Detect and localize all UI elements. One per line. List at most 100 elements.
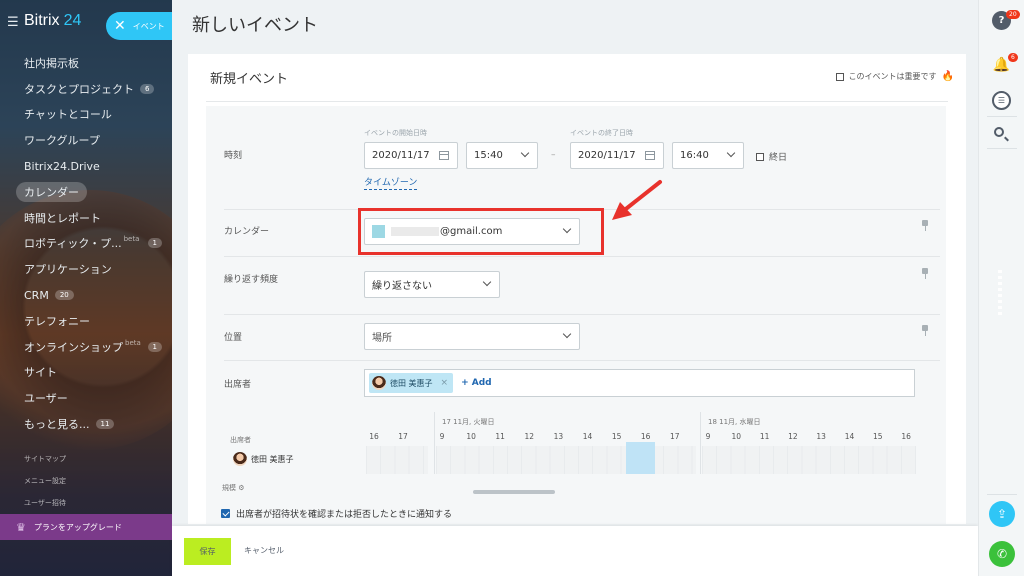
attendees-label: 出席者 bbox=[224, 380, 252, 390]
attendee-chip[interactable]: 徳田 美惠子 × bbox=[369, 373, 454, 393]
save-button[interactable]: 保存 bbox=[184, 538, 231, 565]
sidebar-item-rpa[interactable]: ロボティック・プ... beta 1 bbox=[0, 231, 172, 257]
all-day-checkbox[interactable] bbox=[756, 152, 764, 161]
attendees-field[interactable]: 徳田 美惠子 × + Add bbox=[364, 369, 915, 397]
timeline-attendees-caption: 出席者 bbox=[230, 436, 251, 444]
important-checkbox[interactable] bbox=[835, 72, 844, 81]
timeline-hour-label: 15 bbox=[873, 432, 883, 441]
end-time-select[interactable]: 16:40 bbox=[672, 142, 744, 169]
calendar-icon bbox=[439, 151, 449, 160]
timeline-grid-day1[interactable] bbox=[436, 446, 696, 474]
highlight-box bbox=[358, 208, 604, 255]
sidebar-item-chat[interactable]: チャットとコール bbox=[0, 102, 172, 128]
timeline-grid-prev[interactable] bbox=[366, 446, 428, 474]
timeline-hour-label: 13 bbox=[816, 432, 826, 441]
count-badge: 20 bbox=[54, 290, 74, 301]
timeline-scrollbar[interactable] bbox=[473, 490, 555, 494]
gear-icon[interactable]: ⚙ bbox=[238, 484, 244, 492]
menu-icon[interactable]: ☰ bbox=[7, 15, 19, 30]
start-time-select[interactable]: 15:40 bbox=[466, 142, 538, 169]
sidebar-item-applications[interactable]: アプリケーション bbox=[0, 256, 172, 282]
search-icon[interactable] bbox=[994, 127, 1004, 137]
cancel-button[interactable]: キャンセル bbox=[244, 545, 284, 556]
pin-icon[interactable] bbox=[922, 325, 928, 336]
pin-icon[interactable] bbox=[922, 220, 928, 231]
repeat-value: 繰り返さない bbox=[372, 281, 432, 292]
sidebar-item-label: ワークグループ bbox=[24, 134, 100, 148]
chat-icon[interactable]: ☰ bbox=[992, 91, 1011, 110]
sidebar-item-label: CRM bbox=[24, 288, 49, 302]
start-date-field[interactable]: 2020/11/17 bbox=[364, 142, 458, 169]
location-select[interactable]: 場所 bbox=[364, 323, 580, 350]
timeline-hour-label: 16 bbox=[901, 432, 911, 441]
sidebar-item-label: アプリケーション bbox=[24, 263, 112, 277]
timeline-hour-label: 17 bbox=[670, 432, 680, 441]
sidebar-item-label: Bitrix24.Drive bbox=[24, 159, 100, 173]
sidebar-item-sites[interactable]: サイト bbox=[0, 360, 172, 386]
repeat-select[interactable]: 繰り返さない bbox=[364, 271, 500, 298]
beta-tag: beta bbox=[123, 235, 140, 244]
timeline-attendee-name: 徳田 美惠子 bbox=[251, 454, 294, 464]
notify-checkbox[interactable] bbox=[221, 509, 230, 518]
sidebar-item-time-reports[interactable]: 時間とレポート bbox=[0, 205, 172, 231]
divider bbox=[224, 256, 940, 257]
help-badge: 20 bbox=[1006, 10, 1020, 19]
close-icon[interactable]: ✕ bbox=[114, 18, 126, 34]
sitemap-link[interactable]: サイトマップ bbox=[24, 454, 66, 464]
chevron-down-icon bbox=[482, 277, 492, 287]
divider bbox=[987, 494, 1017, 495]
sidebar-item-drive[interactable]: Bitrix24.Drive bbox=[0, 153, 172, 179]
calendar-icon bbox=[645, 151, 655, 160]
avatar bbox=[372, 376, 386, 390]
end-date-value: 2020/11/17 bbox=[578, 150, 636, 161]
logo-number: 24 bbox=[63, 12, 82, 29]
sidebar-item-more[interactable]: もっと見る... 11 bbox=[0, 411, 172, 437]
avatar bbox=[233, 452, 247, 466]
invite-users-link[interactable]: ユーザー招待 bbox=[24, 498, 66, 508]
sidebar-item-label: ユーザー bbox=[24, 392, 68, 406]
repeat-label: 繰り返す頻度 bbox=[224, 275, 279, 285]
important-label: このイベントは重要です bbox=[848, 72, 937, 81]
sidebar-item-feed[interactable]: 社内掲示板 bbox=[0, 50, 172, 76]
sidebar-item-users[interactable]: ユーザー bbox=[0, 385, 172, 411]
sidebar-item-crm[interactable]: CRM 20 bbox=[0, 282, 172, 308]
phone-icon[interactable]: ✆ bbox=[989, 541, 1015, 567]
timeline-hour-label: 14 bbox=[582, 432, 593, 441]
timeline-hour-label: 14 bbox=[844, 432, 855, 441]
sidebar-item-tasks[interactable]: タスクとプロジェクト 6 bbox=[0, 76, 172, 102]
end-time-value: 16:40 bbox=[680, 150, 709, 161]
pin-icon[interactable] bbox=[922, 268, 928, 279]
timeline-hour-label: 15 bbox=[611, 432, 622, 441]
divider bbox=[224, 360, 940, 361]
sidebar-item-telephony[interactable]: テレフォニー bbox=[0, 308, 172, 334]
timeline-hour-label: 12 bbox=[788, 432, 798, 441]
menu-settings-link[interactable]: メニュー設定 bbox=[24, 476, 66, 486]
timezone-link[interactable]: タイムゾーン bbox=[364, 178, 418, 190]
remove-icon[interactable]: × bbox=[441, 378, 449, 388]
upgrade-plan-button[interactable]: ♛ プランをアップグレード bbox=[0, 514, 172, 540]
left-sidebar: ☰ Bitrix 24 ✕ イベント 社内掲示板 タスクとプロジェクト 6 チャット… bbox=[0, 0, 172, 576]
count-badge: 6 bbox=[140, 83, 155, 94]
timeline-hour-label: 10 bbox=[466, 432, 476, 441]
all-day-toggle[interactable]: 終日 bbox=[756, 150, 787, 163]
sidebar-header: ☰ Bitrix 24 ✕ イベント bbox=[0, 0, 172, 46]
timeline-hour-label: 11 bbox=[759, 432, 770, 441]
sidebar-item-workgroups[interactable]: ワークグループ bbox=[0, 127, 172, 153]
sidebar-item-label: サイト bbox=[24, 366, 57, 380]
sidebar-item-online-shop[interactable]: オンラインショップ beta 1 bbox=[0, 334, 172, 360]
timeline-grid-day2[interactable] bbox=[702, 446, 916, 474]
logo[interactable]: Bitrix 24 bbox=[24, 12, 81, 30]
important-toggle[interactable]: このイベントは重要です 🔥 bbox=[835, 71, 954, 82]
sidebar-item-calendar[interactable]: カレンダー bbox=[0, 179, 172, 205]
timeline-scale[interactable]: 規模 ⚙ bbox=[222, 483, 245, 493]
end-date-field[interactable]: 2020/11/17 bbox=[570, 142, 664, 169]
transfer-icon[interactable]: ⇪ bbox=[989, 501, 1015, 527]
page-title: 新しいイベント bbox=[192, 15, 318, 36]
annotation-arrow bbox=[612, 180, 662, 220]
notify-toggle[interactable]: 出席者が招待状を確認または拒否したときに通知する bbox=[221, 507, 452, 520]
range-dash: – bbox=[551, 150, 556, 160]
sidebar-item-label: 時間とレポート bbox=[24, 211, 101, 225]
timeline-selected-slot[interactable] bbox=[626, 442, 655, 474]
add-attendee-link[interactable]: + Add bbox=[461, 378, 492, 388]
event-slider-pill[interactable]: ✕ イベント bbox=[106, 12, 172, 40]
